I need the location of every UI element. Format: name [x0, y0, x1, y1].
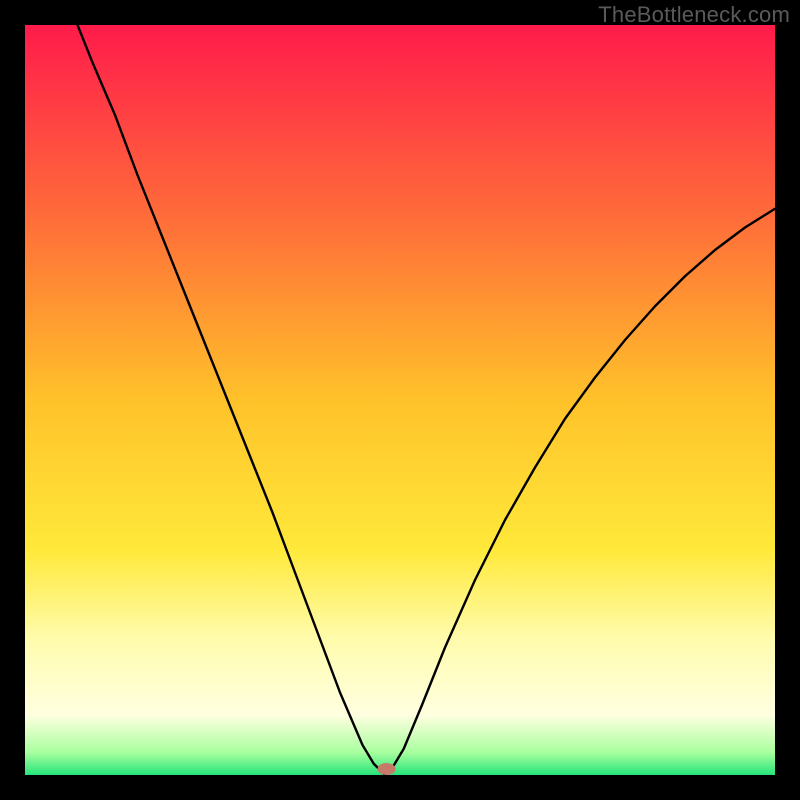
optimal-point-marker [378, 763, 396, 775]
chart-stage: TheBottleneck.com [0, 0, 800, 800]
watermark-text: TheBottleneck.com [598, 2, 790, 28]
bottleneck-chart [0, 0, 800, 800]
plot-background [25, 25, 775, 775]
